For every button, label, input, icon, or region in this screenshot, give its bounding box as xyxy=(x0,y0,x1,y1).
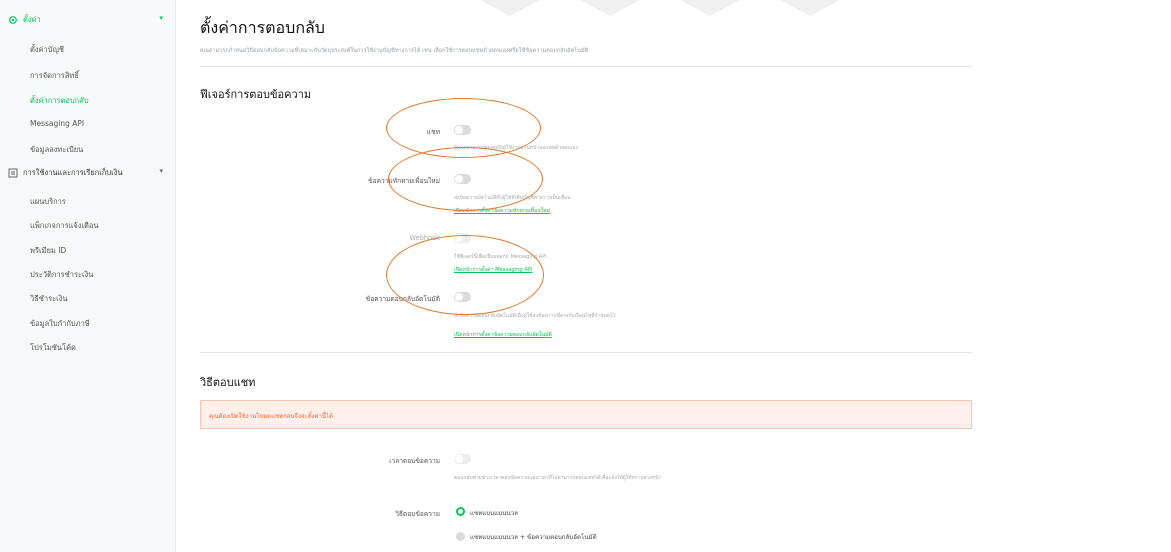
sidebar: ตั้งค่า ▾ ตั้งค่าบัญชี การจัดการสิทธิ์ ต… xyxy=(0,0,176,552)
response-hours-label: เวลาตอบข้อความ xyxy=(389,457,440,465)
annotation-circle xyxy=(388,147,543,211)
gear-icon xyxy=(9,16,17,24)
sidebar-item-payment-history[interactable]: ประวัติการชำระเงิน xyxy=(30,269,93,281)
sidebar-item-promo-code[interactable]: โปรโมชันโค้ด xyxy=(30,342,76,354)
sidebar-item-registration[interactable]: ข้อมูลลงทะเบียน xyxy=(30,144,83,156)
auto-response-settings-link[interactable]: เปิดหน้าการตั้งค่าข้อความตอบกลับอัตโนมัต… xyxy=(454,331,552,339)
sidebar-item-tax-invoice[interactable]: ข้อมูลใบกำกับภาษี xyxy=(30,318,90,330)
alert-text: คุณต้องเปิดใช้งานโหมดแชทก่อนจึงจะตั้งค่า… xyxy=(209,413,333,420)
sidebar-item-premium-id[interactable]: พรีเมียม ID xyxy=(30,245,66,257)
response-method-label: วิธีตอบข้อความ xyxy=(395,510,440,518)
sidebar-item-notification-package[interactable]: แพ็กเกจการแจ้งเตือน xyxy=(30,220,99,232)
sidebar-item-permissions[interactable]: การจัดการสิทธิ์ xyxy=(30,70,79,82)
billing-icon xyxy=(8,168,18,178)
radio-manual-chat-label: แชทแบบแมนนวล xyxy=(470,510,518,517)
webhook-label: Webhook xyxy=(409,234,440,242)
sidebar-item-messaging-api[interactable]: Messaging API xyxy=(30,119,84,128)
response-hours-toggle[interactable] xyxy=(454,454,471,464)
sidebar-group-billing[interactable]: การใช้งานและการเรียกเก็บเงิน xyxy=(8,167,123,179)
sidebar-item-response-settings[interactable]: ตั้งค่าการตอบกลับ xyxy=(30,95,89,107)
radio-manual-chat-auto[interactable] xyxy=(456,532,465,541)
page-title: ตั้งค่าการตอบกลับ xyxy=(200,18,325,37)
divider xyxy=(200,66,972,67)
chevron-down-icon[interactable]: ▾ xyxy=(159,14,163,22)
sidebar-group-label: ตั้งค่า xyxy=(23,15,41,24)
divider xyxy=(200,352,972,353)
sidebar-group-settings[interactable]: ตั้งค่า xyxy=(8,14,41,26)
radio-manual-chat-auto-label: แชทแบบแมนนวล + ข้อความตอบกลับอัตโนมัติ xyxy=(470,534,597,541)
radio-manual-chat[interactable] xyxy=(456,507,465,516)
watermark-graphic xyxy=(480,0,840,16)
section-title-features: ฟีเจอร์การตอบข้อความ xyxy=(200,88,312,101)
page-description: คุณสามารถกำหนดวิธีตอบกลับข้อความที่เหมาะ… xyxy=(200,48,589,54)
sidebar-group-label: การใช้งานและการเรียกเก็บเงิน xyxy=(23,168,123,177)
response-hours-help: ตอบกลับตามช่วงเวลาตอบข้อความและเวลาที่ไม… xyxy=(454,475,662,481)
annotation-circle xyxy=(386,235,544,315)
alert-banner: คุณต้องเปิดใช้งานโหมดแชทก่อนจึงจะตั้งค่า… xyxy=(200,400,972,429)
sidebar-item-payment-method[interactable]: วิธีชำระเงิน xyxy=(30,293,68,305)
section-title-chat-method: วิธีตอบแชท xyxy=(200,376,256,389)
sidebar-item-account-settings[interactable]: ตั้งค่าบัญชี xyxy=(30,44,64,56)
chevron-down-icon[interactable]: ▾ xyxy=(159,167,163,175)
sidebar-item-plan[interactable]: แผนบริการ xyxy=(30,196,66,208)
